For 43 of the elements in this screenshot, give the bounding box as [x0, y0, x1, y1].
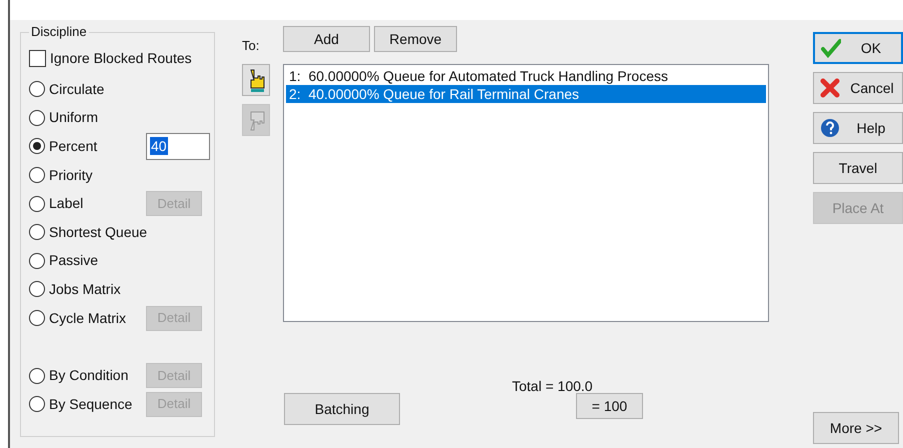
radio-button[interactable]	[29, 196, 45, 212]
radio-label: Label	[49, 194, 84, 214]
radio-button[interactable]	[29, 110, 45, 126]
radio-button[interactable]	[29, 310, 45, 326]
remove-button[interactable]: Remove	[374, 26, 457, 52]
to-label: To:	[242, 37, 260, 56]
cancel-button[interactable]: Cancel	[813, 72, 903, 104]
dialog-button[interactable]: Travel	[813, 152, 903, 184]
more-button[interactable]: More >>	[813, 412, 899, 444]
radio-button[interactable]	[29, 252, 45, 269]
total-label: Total = 100.0	[512, 379, 593, 393]
radio-button[interactable]	[29, 138, 45, 154]
radio-label: Circulate	[49, 80, 106, 99]
radio-label: Priority	[49, 166, 94, 185]
radio-label: By Sequence	[49, 394, 134, 414]
percent-field[interactable]: 40	[146, 132, 210, 160]
radio-label: Jobs Matrix	[49, 280, 122, 299]
radio-label: Passive	[49, 251, 100, 270]
radio-button[interactable]	[29, 281, 45, 298]
radio-label: Percent	[49, 136, 98, 156]
equals-100-button[interactable]: = 100	[576, 393, 643, 419]
checkbox-label: Ignore Blocked Routes	[50, 48, 192, 68]
ok-button[interactable]: OK	[813, 32, 903, 64]
radio-button[interactable]	[29, 396, 45, 412]
group-title: Discipline	[29, 24, 89, 40]
list-item[interactable]: 2: 40.00000% Queue for Rail Terminal Cranes	[286, 85, 766, 103]
list-item[interactable]: 1: 60.00000% Queue for Automated Truck Handling Process	[286, 67, 766, 85]
radio-button[interactable]	[29, 224, 45, 240]
help-button[interactable]: Help	[813, 112, 903, 144]
batching-button[interactable]: Batching	[284, 393, 400, 425]
radio-label: Shortest Queue	[49, 222, 146, 242]
help-icon	[820, 118, 840, 138]
radio-button[interactable]	[29, 368, 45, 384]
pointer-button[interactable]	[242, 64, 270, 96]
radio-label: By Condition	[49, 366, 130, 386]
radio-button[interactable]	[29, 167, 45, 184]
radio-button[interactable]	[29, 81, 45, 98]
add-button[interactable]: Add	[283, 26, 370, 52]
check-icon	[821, 38, 841, 58]
radio-label: Uniform	[49, 108, 100, 128]
radio-label: Cycle Matrix	[49, 308, 128, 328]
checkbox[interactable]	[29, 50, 46, 66]
close-icon	[820, 78, 840, 98]
